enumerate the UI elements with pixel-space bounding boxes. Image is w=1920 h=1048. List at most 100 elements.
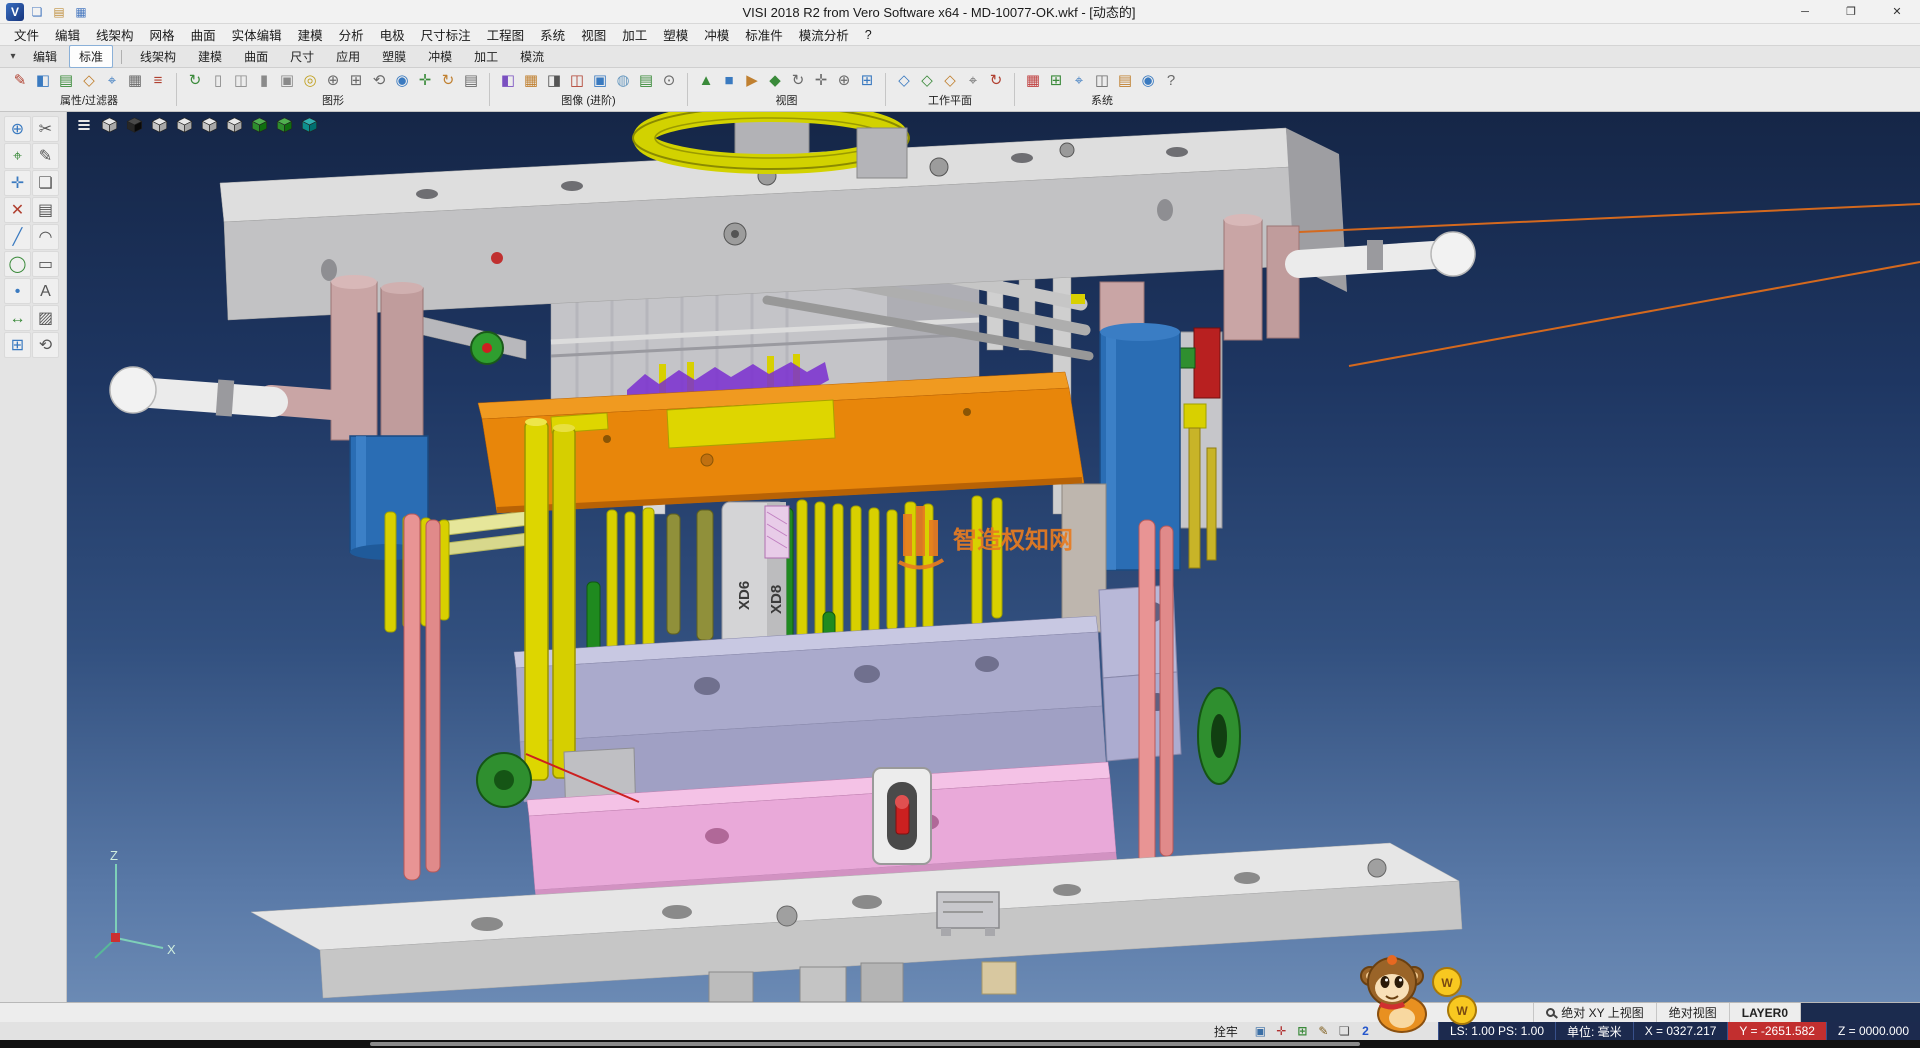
tab-right-5[interactable]: 塑膜: [372, 45, 416, 68]
tab-right-0[interactable]: 线架构: [130, 45, 186, 68]
menu-item-16[interactable]: 标准件: [737, 23, 791, 46]
workplane-xy-icon[interactable]: ◇: [894, 71, 914, 91]
open-file-icon[interactable]: ▤: [50, 3, 68, 21]
menu-item-15[interactable]: 冲模: [696, 23, 737, 46]
tab-right-6[interactable]: 冲模: [418, 45, 462, 68]
system-help-icon[interactable]: ?: [1161, 71, 1181, 91]
status-grid-icon[interactable]: ⊞: [1294, 1023, 1311, 1039]
mold-assembly-model[interactable]: XD6 XD8: [67, 112, 1920, 1002]
zoom-tool-icon[interactable]: ⊕: [4, 116, 31, 142]
system-grid-icon[interactable]: ⊞: [1046, 71, 1066, 91]
group-tool-icon[interactable]: ⊞: [4, 332, 31, 358]
app-icon[interactable]: V: [6, 3, 24, 21]
horizontal-scrollbar[interactable]: [370, 1042, 1360, 1046]
section-icon[interactable]: ◫: [567, 71, 587, 91]
status-pen-icon[interactable]: ✎: [1315, 1023, 1332, 1039]
new-file-icon[interactable]: ❏: [28, 3, 46, 21]
clip-plane-icon[interactable]: ▣: [590, 71, 610, 91]
absolute-view-label[interactable]: 绝对视图: [1656, 1003, 1729, 1022]
system-snap-icon[interactable]: ⌖: [1069, 71, 1089, 91]
view-iso-icon[interactable]: ◆: [765, 71, 785, 91]
menu-item-4[interactable]: 曲面: [183, 23, 224, 46]
view-fit-icon[interactable]: ⊞: [857, 71, 877, 91]
property-panel-icon[interactable]: ≡: [148, 71, 168, 91]
menu-item-17[interactable]: 模流分析: [791, 23, 857, 46]
tab-0[interactable]: 编辑: [23, 45, 67, 68]
menu-item-5[interactable]: 实体编辑: [224, 23, 290, 46]
model-slot-unit[interactable]: [873, 768, 931, 864]
line-tool-icon[interactable]: ╱: [4, 224, 31, 250]
tab-overflow-button[interactable]: ▾: [4, 51, 22, 62]
copy-tool-icon[interactable]: ❏: [32, 170, 59, 196]
layer-filter-icon[interactable]: ▤: [56, 71, 76, 91]
rect-tool-icon[interactable]: ▭: [32, 251, 59, 277]
tab-right-3[interactable]: 尺寸: [280, 45, 324, 68]
model-right-lift-handle[interactable]: [1224, 214, 1475, 340]
menu-item-1[interactable]: 编辑: [47, 23, 88, 46]
pan-view-icon[interactable]: ✛: [415, 71, 435, 91]
menu-item-7[interactable]: 分析: [331, 23, 372, 46]
tab-1[interactable]: 标准: [69, 45, 113, 68]
view-left-cube-icon[interactable]: [198, 115, 220, 135]
shaded-icon[interactable]: ▮: [254, 71, 274, 91]
save-icon[interactable]: ▦: [72, 3, 90, 21]
close-button[interactable]: ✕: [1874, 0, 1920, 23]
zoom-window-icon[interactable]: ⊞: [346, 71, 366, 91]
render-icon[interactable]: ◧: [498, 71, 518, 91]
point-tool-icon[interactable]: •: [4, 278, 31, 304]
text-tool-icon[interactable]: A: [32, 278, 59, 304]
workplane-xz-icon[interactable]: ◇: [917, 71, 937, 91]
wireframe-icon[interactable]: ▯: [208, 71, 228, 91]
layers-tool-icon[interactable]: ▤: [32, 197, 59, 223]
status-snap-icon[interactable]: ✛: [1273, 1023, 1290, 1039]
menu-item-12[interactable]: 视图: [573, 23, 614, 46]
view-iso-cube-icon[interactable]: [98, 115, 120, 135]
menu-item-13[interactable]: 加工: [614, 23, 655, 46]
system-layers-icon[interactable]: ▤: [1115, 71, 1135, 91]
snap-toggle[interactable]: 拴牢: [1204, 1022, 1248, 1040]
system-colors-icon[interactable]: ▦: [1023, 71, 1043, 91]
dimension-tool-icon[interactable]: ↔: [4, 305, 31, 331]
view-bottom-cube-icon[interactable]: [273, 115, 295, 135]
background-icon[interactable]: ▤: [636, 71, 656, 91]
menu-item-10[interactable]: 工程图: [479, 23, 533, 46]
hatch-tool-icon[interactable]: ▨: [32, 305, 59, 331]
view-zoom-icon[interactable]: ⊕: [834, 71, 854, 91]
menu-item-18[interactable]: ?: [857, 26, 880, 44]
view-rotate-icon[interactable]: ↻: [788, 71, 808, 91]
view-top-cube-icon[interactable]: [148, 115, 170, 135]
pick-filter-icon[interactable]: ⌖: [102, 71, 122, 91]
mask-filter-icon[interactable]: ▦: [125, 71, 145, 91]
model-left-arm[interactable]: [410, 314, 526, 364]
tab-right-8[interactable]: 模流: [510, 45, 554, 68]
zoom-extents-icon[interactable]: ⊕: [323, 71, 343, 91]
attribute-edit-icon[interactable]: ✎: [10, 71, 30, 91]
minimize-button[interactable]: ─: [1782, 0, 1828, 23]
tab-right-7[interactable]: 加工: [464, 45, 508, 68]
menu-item-0[interactable]: 文件: [6, 23, 47, 46]
status-layer-icon[interactable]: ❏: [1336, 1023, 1353, 1039]
transparency-icon[interactable]: ◍: [613, 71, 633, 91]
measure-tool-icon[interactable]: ⌖: [4, 143, 31, 169]
delete-tool-icon[interactable]: ✕: [4, 197, 31, 223]
menu-item-11[interactable]: 系统: [532, 23, 573, 46]
dynamic-view-icon[interactable]: ◉: [392, 71, 412, 91]
view-back-cube-icon[interactable]: [248, 115, 270, 135]
type-filter-icon[interactable]: ◇: [79, 71, 99, 91]
workplane-reset-icon[interactable]: ↻: [986, 71, 1006, 91]
system-units-icon[interactable]: ◫: [1092, 71, 1112, 91]
redraw-icon[interactable]: ↻: [185, 71, 205, 91]
workplane-yz-icon[interactable]: ◇: [940, 71, 960, 91]
view-front-icon[interactable]: ■: [719, 71, 739, 91]
menu-item-6[interactable]: 建模: [290, 23, 331, 46]
menu-item-8[interactable]: 电极: [372, 23, 413, 46]
view-shaded-cube-icon[interactable]: [123, 115, 145, 135]
rotate-view-icon[interactable]: ↻: [438, 71, 458, 91]
undo-tool-icon[interactable]: ⟲: [32, 332, 59, 358]
system-info-icon[interactable]: ◉: [1138, 71, 1158, 91]
viewport-3d[interactable]: XD6 XD8: [67, 112, 1920, 1002]
capture-icon[interactable]: ⊙: [659, 71, 679, 91]
layer-indicator[interactable]: LAYER0: [1729, 1003, 1800, 1022]
tab-right-4[interactable]: 应用: [326, 45, 370, 68]
color-filter-icon[interactable]: ◧: [33, 71, 53, 91]
